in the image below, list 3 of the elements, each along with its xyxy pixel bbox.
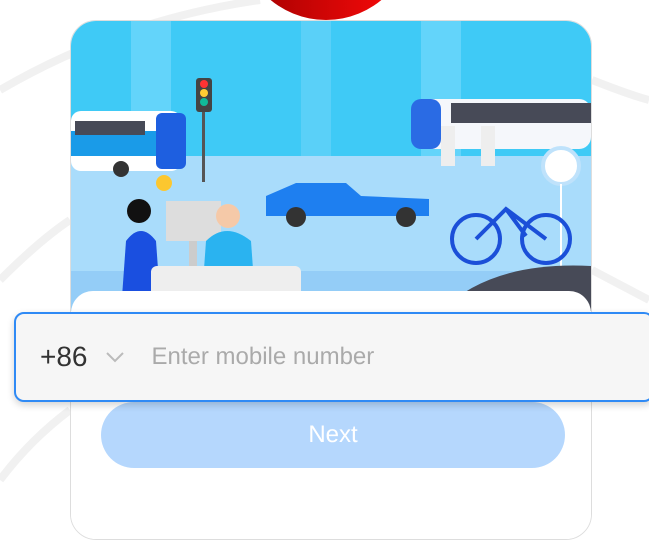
- chevron-down-icon[interactable]: [104, 350, 126, 364]
- phone-number-field[interactable]: +86 Enter mobile number: [14, 312, 649, 402]
- country-code-selector[interactable]: +86: [40, 336, 88, 378]
